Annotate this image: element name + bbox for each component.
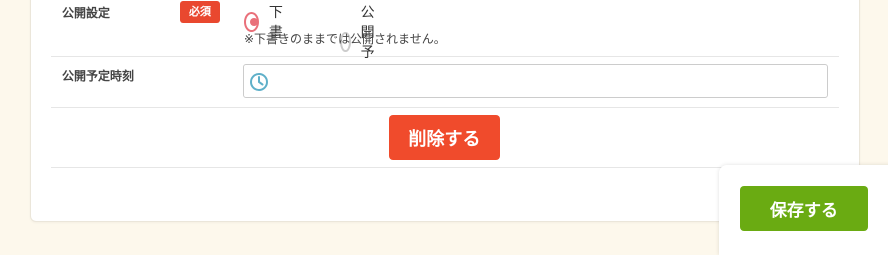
required-badge: 必須 [180,1,220,23]
save-panel: 保存する [719,165,888,255]
publish-setting-label: 公開設定 [62,6,111,20]
clock-icon [250,73,268,91]
scheduled-time-row: 公開予定時刻 [51,57,839,108]
publish-setting-row: 公開設定 必須 下書 公開予定 ※下書きのままでは公開されません。 [51,1,839,81]
save-button[interactable]: 保存する [740,186,868,231]
scheduled-time-input[interactable] [243,64,828,98]
radio-draft-indicator[interactable] [244,12,259,32]
draft-note: ※下書きのままでは公開されません。 [244,32,446,46]
scheduled-time-label: 公開予定時刻 [62,69,135,83]
delete-row: 削除する [51,108,839,168]
delete-button[interactable]: 削除する [389,115,500,160]
